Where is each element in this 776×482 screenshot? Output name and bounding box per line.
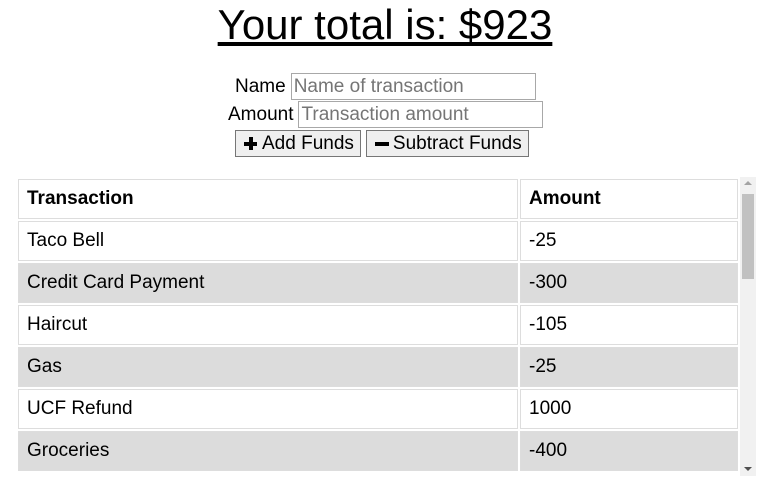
transactions-table-container: Transaction Amount Taco Bell -25 Credit … (16, 177, 756, 476)
table-row: Groceries -400 (18, 431, 738, 471)
amount-label: Amount (228, 103, 294, 125)
table-row: Taco Bell -25 (18, 221, 738, 261)
table-row: Credit Card Payment -300 (18, 263, 738, 303)
table-row: Haircut -105 (18, 305, 738, 345)
plus-icon (244, 137, 257, 150)
transaction-name-cell: Groceries (18, 431, 518, 471)
name-label: Name (235, 75, 286, 97)
transaction-name-cell: Credit Card Payment (18, 263, 518, 303)
minus-icon (374, 137, 389, 150)
total-text: Your total is: $923 (217, 1, 553, 48)
table-row: UCF Refund 1000 (18, 389, 738, 429)
button-row: Add Funds Subtract Funds (235, 130, 529, 157)
transactions-table: Transaction Amount Taco Bell -25 Credit … (16, 177, 740, 473)
transaction-name-cell: Gas (18, 347, 518, 387)
table-scrollbar[interactable] (740, 177, 756, 476)
amount-input[interactable] (298, 101, 544, 128)
subtract-funds-label: Subtract Funds (392, 132, 522, 154)
column-header-transaction: Transaction (18, 179, 518, 219)
transaction-amount-cell: -400 (520, 431, 738, 471)
transaction-name-cell: Taco Bell (18, 221, 518, 261)
scrollbar-thumb[interactable] (742, 194, 754, 279)
column-header-amount: Amount (520, 179, 738, 219)
transaction-amount-cell: -300 (520, 263, 738, 303)
add-funds-button[interactable]: Add Funds (235, 130, 361, 157)
scroll-up-arrow-icon[interactable] (740, 177, 756, 191)
total-heading: Your total is: $923 (0, 2, 770, 48)
transaction-amount-cell: -25 (520, 221, 738, 261)
table-header-row: Transaction Amount (18, 179, 738, 219)
transaction-name-cell: UCF Refund (18, 389, 518, 429)
transaction-amount-cell: 1000 (520, 389, 738, 429)
scroll-down-arrow-icon[interactable] (740, 462, 756, 476)
transaction-amount-cell: -25 (520, 347, 738, 387)
table-row: Gas -25 (18, 347, 738, 387)
subtract-funds-button[interactable]: Subtract Funds (365, 130, 529, 157)
add-funds-label: Add Funds (262, 132, 354, 154)
name-input[interactable] (290, 73, 536, 100)
amount-row: Amount (228, 101, 544, 128)
transaction-amount-cell: -105 (520, 305, 738, 345)
name-row: Name (235, 73, 536, 100)
budget-page: Your total is: $923 Name Amount Add Fund… (0, 0, 776, 482)
transaction-name-cell: Haircut (18, 305, 518, 345)
